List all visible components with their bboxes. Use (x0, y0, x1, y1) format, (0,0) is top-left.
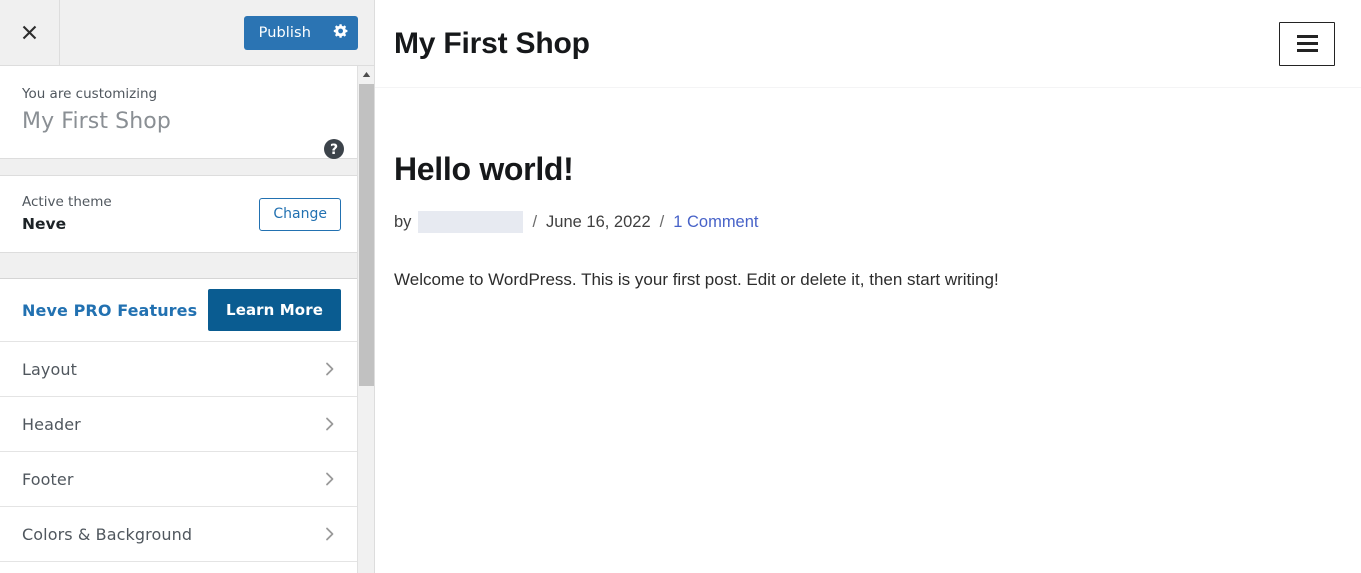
customizing-site-title: My First Shop (22, 109, 171, 134)
hamburger-menu-icon[interactable] (1279, 21, 1335, 66)
publish-settings-button[interactable] (324, 16, 358, 50)
active-theme-section: Active theme Neve Change (0, 176, 357, 252)
chevron-right-icon (321, 415, 339, 433)
post-meta: by / June 16, 2022 / 1 Comment (394, 211, 1361, 233)
sidebar-item-label: Colors & Background (22, 524, 193, 544)
customizer-sidebar: Publish You are customizing My First Sho… (0, 0, 375, 573)
site-preview-pane: My First Shop Hello world! by / June 16,… (375, 0, 1361, 573)
chevron-right-icon (321, 360, 339, 378)
post-title[interactable]: Hello world! (394, 150, 1361, 188)
sidebar-item-label: Layout (22, 359, 77, 379)
customizer-screen: Publish You are customizing My First Sho… (0, 0, 1361, 573)
close-x-icon (21, 24, 38, 41)
post-comments-link[interactable]: 1 Comment (673, 211, 758, 233)
gear-icon (333, 23, 349, 43)
learn-more-button[interactable]: Learn More (208, 289, 341, 331)
active-theme-name: Neve (22, 215, 67, 233)
svg-text:?: ? (330, 142, 338, 158)
sidebar-scrollbar[interactable] (357, 66, 374, 573)
help-circle-icon[interactable]: ? (323, 138, 345, 160)
publish-button-group[interactable]: Publish (243, 15, 358, 50)
sidebar-item-colors-background[interactable]: Colors & Background (0, 507, 357, 562)
post-article: Hello world! by / June 16, 2022 / 1 Comm… (375, 88, 1361, 293)
customizing-subtitle: You are customizing (22, 86, 158, 102)
action-bar-spacer (60, 0, 244, 65)
sidebar-item-header[interactable]: Header (0, 397, 357, 452)
publish-button[interactable]: Publish (244, 16, 324, 50)
change-theme-button[interactable]: Change (259, 197, 341, 231)
customizing-info-section: You are customizing My First Shop ? (0, 66, 357, 160)
neve-pro-features-link[interactable]: Neve PRO Features (22, 301, 197, 320)
hamburger-bars (1296, 35, 1318, 52)
post-author-redacted (418, 211, 524, 233)
sidebar-item-footer[interactable]: Footer (0, 452, 357, 507)
scrollbar-thumb[interactable] (359, 84, 374, 386)
sidebar-item-label: Header (22, 414, 81, 434)
site-header: My First Shop (375, 0, 1361, 88)
active-theme-meta: Active theme Neve (22, 193, 259, 235)
customizer-scroll-area: You are customizing My First Shop ? Acti… (0, 66, 357, 573)
meta-separator: / (532, 213, 538, 231)
customizer-action-bar: Publish (0, 0, 374, 66)
close-customizer-button[interactable] (0, 0, 60, 65)
meta-separator: / (659, 213, 665, 231)
customizer-nav-list: Layout Header Footer Colors & Background (0, 342, 357, 562)
post-body-text: Welcome to WordPress. This is your first… (394, 270, 999, 289)
active-theme-label: Active theme (22, 194, 112, 210)
post-author-by-label: by (394, 213, 412, 231)
chevron-right-icon (321, 470, 339, 488)
customizer-panel-body: You are customizing My First Shop ? Acti… (0, 66, 374, 573)
scroll-up-arrow-icon[interactable] (358, 66, 374, 83)
section-divider-band-2 (0, 252, 357, 279)
post-date: June 16, 2022 (546, 213, 651, 231)
sidebar-item-label: Footer (22, 469, 74, 489)
neve-pro-section: Neve PRO Features Learn More (0, 279, 357, 342)
section-divider-band-1 (0, 158, 357, 176)
site-title[interactable]: My First Shop (394, 27, 590, 61)
chevron-right-icon (321, 525, 339, 543)
sidebar-item-layout[interactable]: Layout (0, 342, 357, 397)
